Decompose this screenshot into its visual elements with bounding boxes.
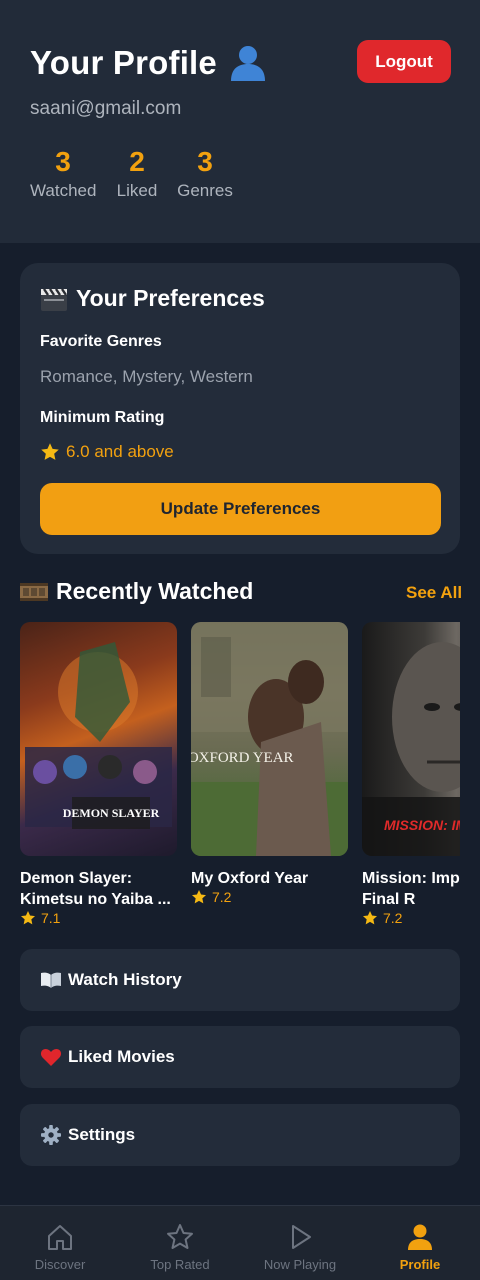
play-icon bbox=[292, 1225, 311, 1249]
star-icon bbox=[363, 911, 377, 925]
movie-rating: 7.2 bbox=[191, 889, 348, 905]
stat-genres-label: Genres bbox=[177, 181, 233, 200]
preferences-card: Your Preferences Favorite Genres Romance… bbox=[20, 263, 460, 554]
movie-poster[interactable]: DEMON SLAYER bbox=[20, 622, 177, 856]
stat-watched-label: Watched bbox=[30, 181, 97, 200]
watch-history-button[interactable]: Watch History bbox=[20, 949, 460, 1011]
minimum-rating-value: 6.0 and above bbox=[40, 442, 174, 462]
movie-rating-value: 7.2 bbox=[383, 910, 403, 926]
stat-liked-value: 2 bbox=[129, 146, 145, 177]
stat-watched-value: 3 bbox=[55, 146, 71, 177]
movie-rating-value: 7.2 bbox=[212, 889, 232, 905]
poster-art: DEMON SLAYER bbox=[25, 642, 172, 829]
nav-top-rated-label: Top Rated bbox=[150, 1257, 210, 1272]
watch-history-label: Watch History bbox=[68, 970, 182, 989]
favorite-genres-label: Favorite Genres bbox=[40, 333, 162, 350]
movie-rating-value: 7.1 bbox=[41, 910, 61, 926]
poster-title-text: MISSION: IMPO bbox=[384, 817, 460, 833]
liked-movies-label: Liked Movies bbox=[68, 1047, 175, 1066]
film-strip-icon bbox=[20, 582, 48, 601]
update-preferences-button[interactable]: Update Preferences bbox=[40, 483, 441, 535]
clapperboard-icon bbox=[41, 287, 67, 311]
person-icon bbox=[408, 1224, 432, 1250]
logout-button[interactable]: Logout bbox=[357, 40, 451, 83]
stat-genres-value: 3 bbox=[197, 146, 213, 177]
profile-screen: Your Profile Logout saani@gmail.com 3 Wa… bbox=[0, 0, 480, 1280]
movie-card[interactable]: MISSION: IMPO Mission: Imp - The Final R… bbox=[362, 622, 460, 926]
movie-poster[interactable]: MY OXFORD YEAR bbox=[191, 622, 348, 856]
movie-rating: 7.2 bbox=[362, 910, 460, 926]
recently-watched-title: Recently Watched bbox=[20, 578, 253, 605]
user-email: saani@gmail.com bbox=[30, 98, 182, 119]
movie-title: Demon Slayer: Kimetsu no Yaiba ... bbox=[20, 870, 171, 908]
heart-icon bbox=[40, 1049, 62, 1066]
favorite-genres-value: Romance, Mystery, Western bbox=[40, 367, 253, 386]
star-icon bbox=[41, 443, 59, 460]
poster-title-text: DEMON SLAYER bbox=[63, 806, 160, 820]
stat-liked-label: Liked bbox=[116, 181, 158, 200]
nav-profile-label: Profile bbox=[399, 1257, 441, 1272]
preferences-title-text: Your Preferences bbox=[76, 285, 265, 311]
settings-button[interactable]: Settings bbox=[20, 1104, 460, 1166]
book-icon bbox=[41, 972, 61, 988]
home-icon bbox=[48, 1225, 72, 1250]
minimum-rating-text: 6.0 and above bbox=[66, 442, 174, 461]
nav-top-rated[interactable]: Top Rated bbox=[120, 1206, 240, 1280]
page-title: Your Profile bbox=[30, 44, 267, 82]
movie-card[interactable]: MY OXFORD YEAR My Oxford Year 7.2 bbox=[191, 622, 348, 905]
see-all-link[interactable]: See All bbox=[406, 583, 462, 603]
gear-icon bbox=[41, 1125, 61, 1145]
liked-movies-button[interactable]: Liked Movies bbox=[20, 1026, 460, 1088]
bottom-navigation: Discover Top Rated Now Playing Profile bbox=[0, 1205, 480, 1280]
star-icon bbox=[21, 911, 35, 925]
movie-card[interactable]: DEMON SLAYER Demon Slayer: Kimetsu no Ya… bbox=[20, 622, 177, 926]
profile-header: Your Profile Logout saani@gmail.com 3 Wa… bbox=[0, 0, 480, 243]
stat-liked: 2 Liked bbox=[114, 144, 160, 201]
poster-title-text: MY OXFORD YEAR bbox=[191, 750, 294, 766]
user-icon bbox=[230, 46, 265, 81]
poster-art: MISSION: IMPO bbox=[362, 642, 460, 856]
movie-title: My Oxford Year bbox=[191, 870, 309, 887]
star-icon bbox=[167, 1224, 193, 1249]
nav-discover[interactable]: Discover bbox=[0, 1206, 120, 1280]
nav-now-playing-label: Now Playing bbox=[263, 1257, 337, 1272]
star-icon bbox=[192, 890, 206, 904]
movie-rating: 7.1 bbox=[20, 910, 177, 926]
settings-label: Settings bbox=[68, 1125, 136, 1144]
page-title-text: Your Profile bbox=[30, 44, 217, 81]
movie-title: Mission: Imp - The Final R bbox=[362, 870, 460, 908]
nav-profile[interactable]: Profile bbox=[360, 1206, 480, 1280]
nav-now-playing[interactable]: Now Playing bbox=[240, 1206, 360, 1280]
poster-art: MY OXFORD YEAR bbox=[191, 622, 348, 856]
recently-watched-title-text: Recently Watched bbox=[56, 578, 254, 604]
minimum-rating-label: Minimum Rating bbox=[40, 409, 165, 426]
recently-watched-carousel[interactable]: DEMON SLAYER Demon Slayer: Kimetsu no Ya… bbox=[20, 622, 460, 942]
stat-genres: 3 Genres bbox=[176, 144, 234, 201]
nav-discover-label: Discover bbox=[34, 1257, 86, 1272]
stat-watched: 3 Watched bbox=[30, 144, 96, 201]
preferences-title: Your Preferences bbox=[40, 285, 265, 312]
movie-poster[interactable]: MISSION: IMPO bbox=[362, 622, 460, 856]
